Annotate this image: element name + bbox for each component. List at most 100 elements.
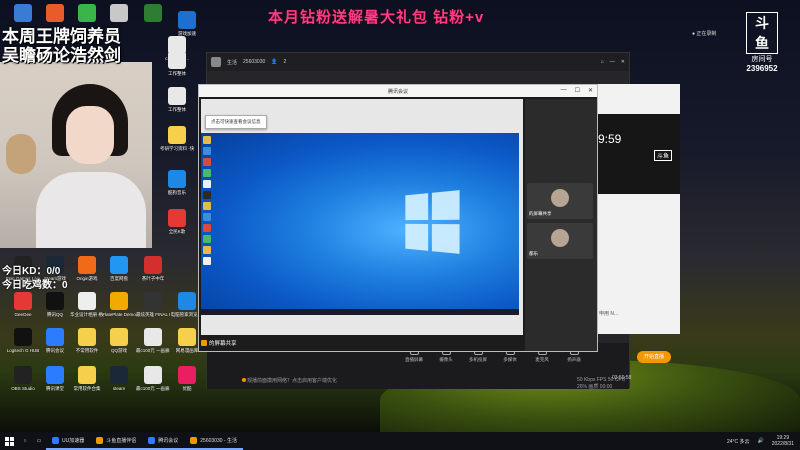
- desktop-icon-label: 最c100元 一画廊...: [136, 348, 170, 353]
- meeting-titlebar: 腾讯会议 — ☐ ✕: [199, 85, 597, 97]
- desktop-icon[interactable]: 工作整体: [160, 50, 194, 76]
- douyu-logo: 斗鱼: [746, 12, 778, 54]
- desktop-icon[interactable]: 最c100元 一画廊...: [136, 366, 170, 391]
- plush-toy: [6, 134, 36, 174]
- desktop-icon[interactable]: [136, 4, 170, 24]
- app-icon: [144, 328, 162, 346]
- desktop-icon-label: 腾讯会议: [46, 348, 64, 353]
- start-button[interactable]: [0, 432, 18, 450]
- desktop-icon[interactable]: 茶叶子中年: [136, 256, 170, 281]
- desktop-icon[interactable]: Logitech G HUB: [6, 328, 40, 353]
- desktop-icon[interactable]: 优酷: [170, 366, 204, 391]
- warning-icon: [242, 378, 246, 382]
- home-icon[interactable]: ⌂: [601, 59, 604, 65]
- desktop-icon-label: 游戏加速: [178, 31, 196, 37]
- desktop-icon[interactable]: 不常用软件: [70, 328, 104, 353]
- taskbar-item-stream[interactable]: 25603030 - 生活: [184, 432, 243, 450]
- client-room: 25603030: [243, 59, 266, 65]
- taskbar-item-douyu[interactable]: 斗鱼直播伴侣: [90, 432, 143, 450]
- desktop-icon[interactable]: 腾讯会议: [38, 328, 72, 353]
- room-number: 2396952: [746, 64, 778, 73]
- optimize-tip[interactable]: 观播前面摸用网络？点击启用客户端优化: [247, 377, 337, 384]
- desktop-icon[interactable]: 工作整体: [160, 86, 194, 112]
- desktop-icon[interactable]: 华业设计相册 格式: [70, 292, 104, 317]
- meeting-title: 腾讯会议: [387, 88, 408, 95]
- app-icon: [14, 292, 32, 310]
- desktop-icon-label: 不常用软件: [75, 348, 99, 353]
- app-icon: [168, 169, 186, 188]
- minimize-icon[interactable]: —: [610, 59, 615, 65]
- shared-desktop-icon: [203, 136, 211, 144]
- today-kd: 今日KD：0/0: [2, 266, 61, 277]
- participant-tile[interactable]: 都乐: [527, 223, 593, 259]
- taskbar-item-uu[interactable]: UU加速器: [46, 432, 91, 450]
- shared-desktop-icon: [203, 257, 211, 265]
- desktop-icon[interactable]: 腾讯课堂: [38, 366, 72, 391]
- shared-desktop-icon: [203, 235, 211, 243]
- desktop-icon[interactable]: 常用软件合集: [70, 366, 104, 391]
- desktop-icon[interactable]: 最炫英雄 FINAL BETA: [136, 292, 170, 317]
- desktop-icon[interactable]: OBS Studio: [6, 366, 40, 391]
- shared-desktop-icon: [203, 202, 211, 210]
- shared-taskbar: [201, 309, 519, 315]
- preview-line: 申用 N...: [599, 311, 619, 317]
- close-icon[interactable]: ✕: [621, 59, 625, 65]
- desktop-icon[interactable]: FlatePlate Demo: [102, 292, 136, 317]
- desktop-icon[interactable]: [70, 4, 104, 24]
- desktop-icon[interactable]: 最c100元 一画廊...: [136, 328, 170, 353]
- desktop-icon[interactable]: 百度网盘: [102, 256, 136, 281]
- desktop-icon[interactable]: GeeGee: [6, 292, 40, 317]
- participant-sidebar: 的屏幕共享 都乐: [525, 99, 597, 351]
- client-title: 生活: [227, 59, 238, 66]
- desktop-icon-label: 最c100元 一画廊...: [136, 386, 170, 391]
- desktop-icon[interactable]: 游戏加速: [170, 11, 204, 36]
- start-live-button[interactable]: 开始直播: [637, 351, 671, 363]
- desktop-icon-label: 优酷: [182, 386, 192, 391]
- streamer-body: [36, 172, 146, 248]
- desktop-icon[interactable]: [102, 4, 136, 24]
- task-view-icon[interactable]: ▭: [32, 438, 46, 444]
- desktop-icon[interactable]: 腾讯QQ: [38, 292, 72, 317]
- desktop-icon[interactable]: 酷狗音乐: [160, 169, 194, 195]
- desktop-icon[interactable]: [6, 4, 40, 24]
- app-icon: [78, 366, 96, 384]
- desktop-icon[interactable]: Origin游戏: [70, 256, 104, 281]
- desktop-icon[interactable]: 全民K歌: [160, 209, 194, 234]
- desktop-icon[interactable]: steam: [102, 366, 136, 391]
- desktop-icon[interactable]: [38, 4, 72, 24]
- app-icon: [110, 292, 128, 310]
- desktop-icon[interactable]: QQ游戏: [102, 328, 136, 353]
- minimize-icon[interactable]: —: [561, 87, 567, 94]
- viewer-count: 2: [283, 59, 287, 65]
- maximize-icon[interactable]: ☐: [575, 87, 580, 94]
- today-chicken: 今日吃鸡数：0: [2, 280, 68, 291]
- shared-desktop-icon: [203, 213, 211, 221]
- desktop-icon[interactable]: 考研学习资料 -快捷方式: [160, 126, 194, 151]
- search-icon[interactable]: ○: [18, 438, 32, 444]
- streamer-face: [66, 106, 114, 164]
- app-icon: [110, 4, 128, 22]
- meeting-window[interactable]: 腾讯会议 — ☐ ✕ 点击可快速查看会议信息 的屏幕共享 的屏幕共享 都乐: [198, 84, 598, 352]
- shared-desktop-icon: [203, 191, 211, 199]
- taskbar-clock[interactable]: 19:29 2022/8/31: [772, 435, 794, 447]
- douyu-watermark: 斗鱼 房间号 2396952: [746, 12, 778, 73]
- app-icon: [78, 328, 96, 346]
- desktop-icon-label: 最炫英雄 FINAL BETA: [136, 312, 170, 317]
- meeting-icon: [148, 436, 156, 444]
- weather[interactable]: 24°C 多云: [727, 438, 750, 445]
- close-icon[interactable]: ✕: [588, 87, 593, 94]
- desktop-icon-label: steam: [112, 386, 126, 391]
- douyu-icon: [96, 436, 104, 444]
- taskbar-item-meeting[interactable]: 腾讯会议: [142, 432, 185, 450]
- preview-time: 9:59: [598, 132, 622, 146]
- desktop-icon-label: 酷狗音乐: [168, 189, 186, 195]
- desktop-icon-label: Logitech G HUB: [6, 348, 40, 353]
- screen-share-label: 的屏幕共享: [201, 339, 237, 347]
- volume-icon[interactable]: 🔊: [758, 438, 764, 444]
- room-label: 房间号: [751, 56, 773, 63]
- participant-tile[interactable]: 的屏幕共享: [527, 183, 593, 219]
- app-icon: [46, 328, 64, 346]
- promo-banner: 本月钻粉送解暑大礼包 钻粉+v: [268, 9, 485, 26]
- meeting-info-notice[interactable]: 点击可快速查看会议信息: [205, 115, 267, 129]
- participant-name: 都乐: [529, 251, 538, 256]
